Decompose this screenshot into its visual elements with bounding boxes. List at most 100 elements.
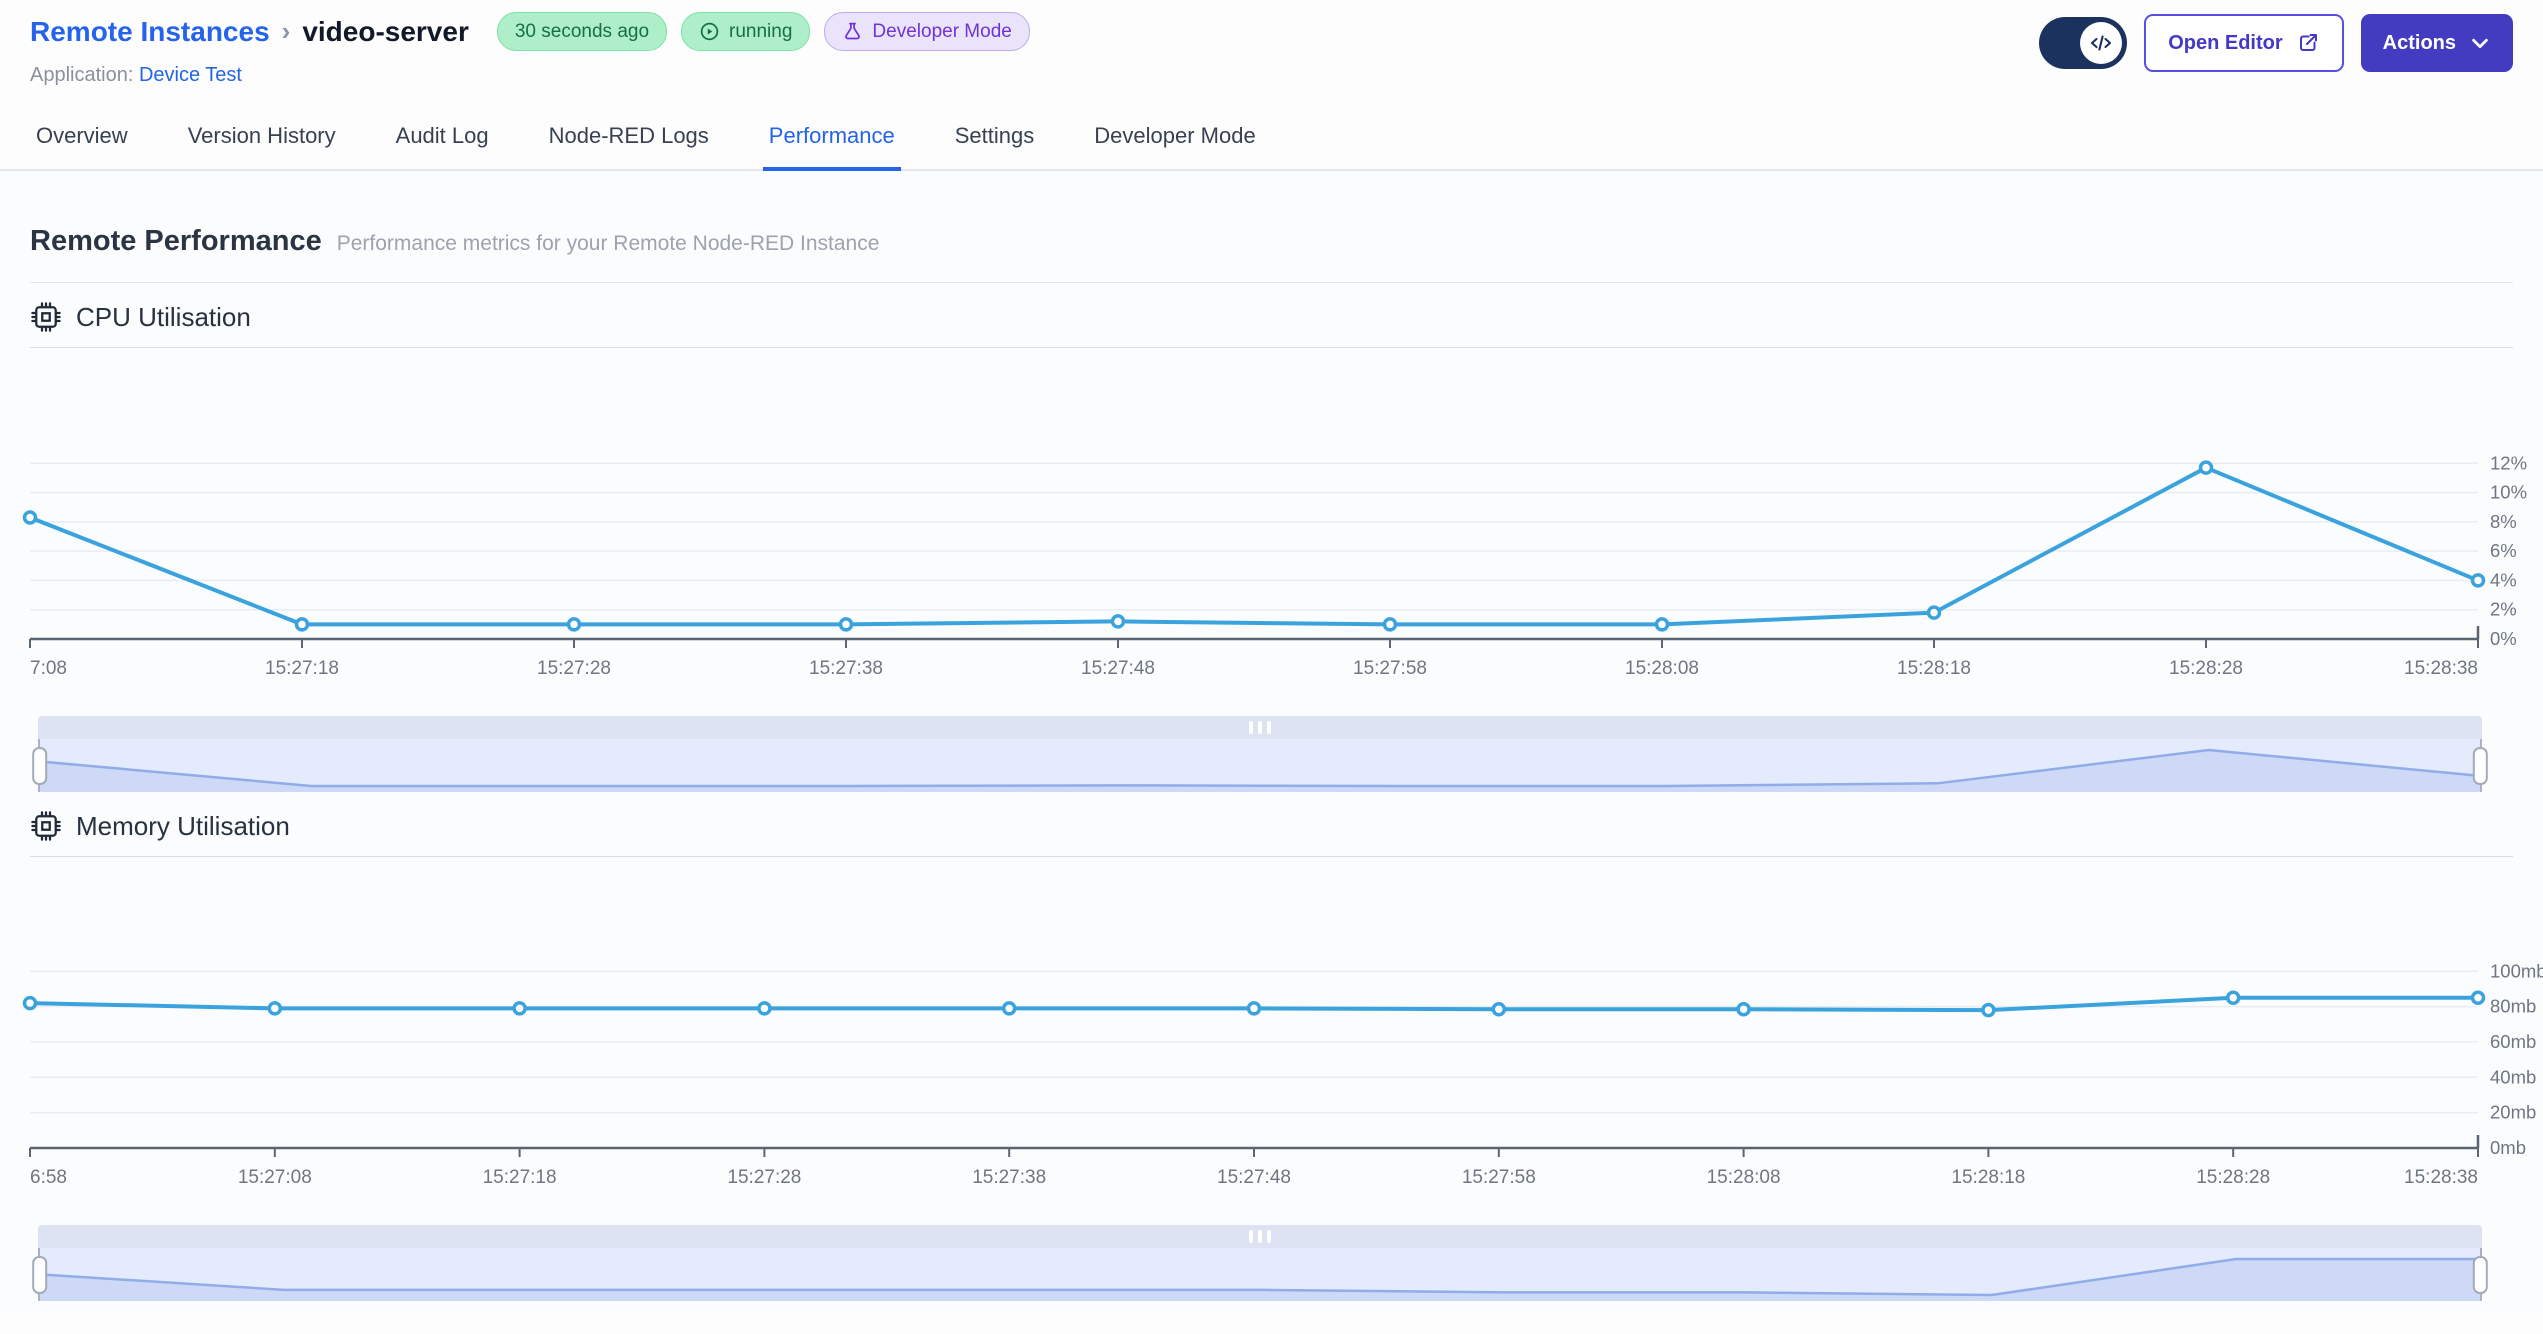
brush-right-handle[interactable] [2472, 1255, 2488, 1294]
svg-text:15:27:58: 15:27:58 [1462, 1167, 1536, 1188]
application-label: Application: [30, 64, 134, 86]
brush-drag-bar[interactable] [38, 1225, 2482, 1248]
page-title-row: Remote Performance Performance metrics f… [30, 171, 2513, 283]
toggle-knob [2080, 22, 2123, 64]
svg-text:100mb: 100mb [2490, 960, 2543, 981]
developer-mode-toggle[interactable] [2039, 17, 2128, 69]
status-badges: 30 seconds ago running Developer Mode [496, 12, 1030, 51]
svg-text:15:28:18: 15:28:18 [1951, 1167, 2025, 1188]
tab-performance[interactable]: Performance [762, 107, 901, 171]
status-badge-running: running [681, 12, 811, 51]
external-link-icon [2299, 34, 2317, 51]
section-cpu-utilisation: CPU Utilisation 7:08 15:27:18 15:27:28 15:27… [22, 283, 2527, 792]
page-subtitle: Performance metrics for your Remote Node… [336, 232, 880, 255]
svg-text:20mb: 20mb [2490, 1102, 2536, 1123]
header-left: Remote Instances › video-server 30 secon… [30, 12, 1030, 87]
badge-label: 30 seconds ago [514, 20, 650, 42]
memory-utilisation-brush [32, 1225, 2488, 1301]
open-editor-button[interactable]: Open Editor [2144, 14, 2344, 72]
open-editor-label: Open Editor [2168, 31, 2283, 54]
cpu-chip-icon [31, 811, 61, 841]
chart-sections: CPU Utilisation 7:08 15:27:18 15:27:28 15:27… [22, 283, 2543, 1301]
cpu-chip-icon [31, 302, 61, 332]
grip-icon [1249, 721, 1253, 734]
svg-text:15:27:58: 15:27:58 [1353, 658, 1427, 679]
instance-name: video-server [302, 15, 469, 47]
page-header: Remote Instances › video-server 30 secon… [0, 0, 2543, 87]
section-title: Memory Utilisation [76, 810, 290, 841]
brush-left-handle[interactable] [32, 1255, 48, 1294]
svg-text:15:27:38: 15:27:38 [972, 1167, 1046, 1188]
status-badge-developer-mode: Developer Mode [824, 12, 1030, 51]
application-row: Application: Device Test [30, 64, 1030, 87]
svg-text:15:28:28: 15:28:28 [2196, 1167, 2270, 1188]
tab-bar: Overview Version History Audit Log Node-RED… [0, 107, 2543, 171]
brush-left-handle[interactable] [32, 746, 48, 785]
svg-text:15:28:28: 15:28:28 [2169, 658, 2243, 679]
play-circle-icon [700, 22, 719, 41]
brush-selection-area[interactable] [32, 739, 2488, 792]
svg-text:15:27:18: 15:27:18 [265, 658, 339, 679]
tab-version-history[interactable]: Version History [182, 107, 342, 171]
svg-text:0%: 0% [2490, 628, 2517, 649]
svg-text:2%: 2% [2490, 599, 2517, 620]
badge-label: running [729, 20, 793, 42]
chevron-down-icon [2472, 38, 2488, 49]
status-badge-30-seconds-ago: 30 seconds ago [496, 12, 668, 51]
svg-text:15:28:08: 15:28:08 [1625, 658, 1699, 679]
breadcrumb-separator-icon: › [281, 16, 291, 46]
brush-right-handle[interactable] [2472, 746, 2488, 785]
brush-mini-chart [40, 1257, 2480, 1301]
svg-text:15:28:08: 15:28:08 [1707, 1167, 1781, 1188]
main-content: Remote Performance Performance metrics f… [0, 171, 2543, 1311]
header-actions: Open Editor Actions [2039, 12, 2513, 72]
svg-text:80mb: 80mb [2490, 996, 2536, 1017]
grip-icon [1267, 721, 1271, 734]
grip-icon [1258, 1230, 1262, 1243]
actions-label: Actions [2382, 31, 2456, 54]
tab-settings[interactable]: Settings [949, 107, 1041, 171]
tab-overview[interactable]: Overview [30, 107, 134, 171]
svg-text:10%: 10% [2490, 482, 2527, 503]
breadcrumb: Remote Instances › video-server 30 secon… [30, 12, 1030, 51]
tab-node-red-logs[interactable]: Node-RED Logs [543, 107, 715, 171]
svg-text:0mb: 0mb [2490, 1137, 2526, 1158]
svg-text:15:27:38: 15:27:38 [809, 658, 883, 679]
svg-text:12%: 12% [2490, 452, 2527, 473]
cpu-utilisation-chart: 7:08 15:27:18 15:27:28 15:27:38 15:27:48 15:2… [22, 434, 2527, 679]
grip-icon [1258, 721, 1262, 734]
svg-text:15:28:18: 15:28:18 [1897, 658, 1971, 679]
grip-icon [1249, 1230, 1253, 1243]
svg-text:6%: 6% [2490, 540, 2517, 561]
svg-text:15:27:28: 15:27:28 [537, 658, 611, 679]
brush-selection-area[interactable] [32, 1248, 2488, 1301]
svg-text:15:28:38: 15:28:38 [2404, 1167, 2478, 1188]
flask-icon [845, 22, 861, 40]
tab-audit-log[interactable]: Audit Log [390, 107, 495, 171]
breadcrumb-remote-instances-link[interactable]: Remote Instances [30, 16, 270, 48]
application-link[interactable]: Device Test [139, 64, 242, 86]
grip-icon [1267, 1230, 1271, 1243]
page-title: Remote Performance [30, 225, 322, 257]
svg-text:15:27:48: 15:27:48 [1081, 658, 1155, 679]
memory-utilisation-chart: 6:58 15:27:08 15:27:18 15:27:28 15:27:38 15:2… [22, 943, 2543, 1188]
svg-text:7:08: 7:08 [30, 658, 67, 679]
code-icon [2091, 35, 2112, 51]
memory-utilisation-plot: 6:58 15:27:08 15:27:18 15:27:28 15:27:38 15:2… [22, 960, 2543, 1188]
svg-text:60mb: 60mb [2490, 1031, 2536, 1052]
cpu-utilisation-brush [32, 716, 2488, 792]
svg-text:40mb: 40mb [2490, 1066, 2536, 1087]
svg-text:6:58: 6:58 [30, 1167, 67, 1188]
svg-text:15:27:48: 15:27:48 [1217, 1167, 1291, 1188]
actions-button[interactable]: Actions [2360, 14, 2513, 72]
svg-text:15:27:28: 15:27:28 [727, 1167, 801, 1188]
svg-text:15:27:08: 15:27:08 [238, 1167, 312, 1188]
memory-utilisation-heading: Memory Utilisation [30, 792, 2513, 857]
section-title: CPU Utilisation [76, 301, 251, 332]
svg-text:4%: 4% [2490, 569, 2517, 590]
svg-text:15:27:18: 15:27:18 [483, 1167, 557, 1188]
cpu-utilisation-plot: 7:08 15:27:18 15:27:28 15:27:38 15:27:48 15:2… [22, 452, 2527, 679]
svg-text:8%: 8% [2490, 511, 2517, 532]
tab-developer-mode[interactable]: Developer Mode [1088, 107, 1261, 171]
brush-drag-bar[interactable] [38, 716, 2482, 739]
